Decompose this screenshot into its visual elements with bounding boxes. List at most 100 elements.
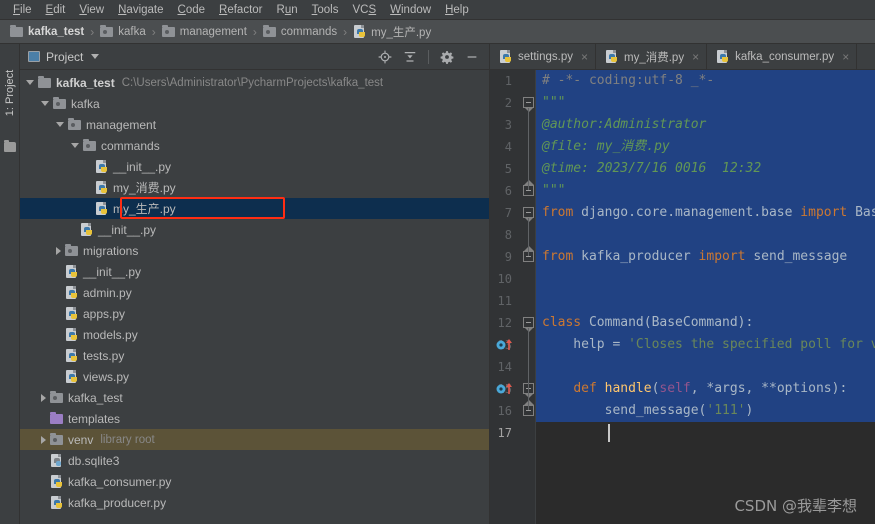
code-token: BaseCommand <box>855 205 875 220</box>
code-token: self <box>659 381 691 396</box>
code-line: @file: my_消费.py <box>536 136 875 158</box>
override-method-icon[interactable] <box>496 334 514 356</box>
menu-item-view[interactable]: View <box>72 0 111 20</box>
chevron-down-icon[interactable] <box>91 54 100 59</box>
tree-expand-arrow-icon[interactable] <box>56 246 61 255</box>
tree-row[interactable]: kafka_consumer.py <box>20 471 489 492</box>
menu-item-navigate[interactable]: Navigate <box>111 0 170 20</box>
folder-icon[interactable] <box>4 140 16 152</box>
tree-row-label: kafka_test <box>68 390 123 405</box>
code-fold-marker-icon[interactable] <box>523 317 534 332</box>
tree-expand-arrow-icon[interactable] <box>26 80 34 85</box>
code-line: from kafka_producer import send_message <box>536 246 875 268</box>
line-number: 6 <box>504 184 512 198</box>
db-file-icon <box>50 453 64 468</box>
menu-item-run[interactable]: Run <box>270 0 305 20</box>
breadcrumb: kafka_test › kafka › management › commands › my_… <box>0 20 875 44</box>
tree-row[interactable]: models.py <box>20 324 489 345</box>
code-line: # -*- coding:utf-8 _*- <box>536 70 875 92</box>
gear-icon[interactable] <box>440 50 454 64</box>
code-token: send_message( <box>542 403 707 418</box>
project-tree[interactable]: kafka_test C:\Users\Administrator\Pycharm… <box>20 70 489 524</box>
breadcrumb-item-1[interactable]: kafka <box>100 25 146 38</box>
code-token: send_message <box>745 249 848 264</box>
tree-row[interactable]: db.sqlite3 <box>20 450 489 471</box>
close-icon[interactable]: × <box>842 50 849 64</box>
tree-expand-arrow-icon[interactable] <box>41 101 49 106</box>
tool-window-strip: 1: Project <box>0 44 20 524</box>
tree-row[interactable]: views.py <box>20 366 489 387</box>
editor-tab-1[interactable]: my_消费.py × <box>596 44 708 69</box>
code-token: @time: 2023/7/16 0016 12:32 <box>542 161 762 176</box>
tree-row[interactable]: kafka_test C:\Users\Administrator\Pycharm… <box>20 72 489 93</box>
menu-item-file[interactable]: File <box>6 0 39 20</box>
tree-row[interactable]: tests.py <box>20 345 489 366</box>
code-line: @author:Administrator <box>536 114 875 136</box>
breadcrumb-item-label: kafka_test <box>28 25 85 38</box>
tree-expand-arrow-icon[interactable] <box>41 393 46 402</box>
python-file-icon <box>95 201 109 216</box>
breadcrumb-item-3[interactable]: commands <box>262 25 337 38</box>
override-method-icon[interactable] <box>496 378 514 400</box>
collapse-all-icon[interactable] <box>403 50 417 64</box>
tree-row[interactable]: __init__.py <box>20 156 489 177</box>
tree-row[interactable]: __init__.py <box>20 261 489 282</box>
tree-row[interactable]: venv library root <box>20 429 489 450</box>
tree-expand-arrow-icon[interactable] <box>71 143 79 148</box>
code-text-area[interactable]: # -*- coding:utf-8 _*- """ @author:Adminis… <box>536 70 875 524</box>
close-icon[interactable]: × <box>581 50 588 64</box>
menu-item-tools[interactable]: Tools <box>305 0 346 20</box>
code-line: def handle(self, *args, **options): <box>536 378 875 400</box>
code-editor[interactable]: 1234567891011121314151617 # -*- coding:u… <box>490 70 875 524</box>
code-token: , *args, **options): <box>690 381 848 396</box>
sidebar-item-project[interactable]: 1: Project <box>0 50 20 136</box>
breadcrumb-item-0[interactable]: kafka_test <box>10 25 84 38</box>
tree-row[interactable]: kafka_producer.py <box>20 492 489 513</box>
tree-row-label: __init__.py <box>83 264 142 279</box>
menu-item-code[interactable]: Code <box>171 0 213 20</box>
code-token: django.core.management.base <box>573 205 801 220</box>
code-fold-marker-icon[interactable] <box>523 207 534 222</box>
tree-row-selected[interactable]: my_生产.py <box>20 198 489 219</box>
editor-tab-0[interactable]: settings.py × <box>490 44 596 69</box>
tree-expand-arrow-icon[interactable] <box>41 435 46 444</box>
tree-row[interactable]: __init__.py <box>20 219 489 240</box>
close-icon[interactable]: × <box>692 50 699 64</box>
tree-row[interactable]: management <box>20 114 489 135</box>
code-token: """ <box>542 95 566 110</box>
tree-expand-arrow-icon[interactable] <box>56 122 64 127</box>
code-token: from <box>542 205 574 220</box>
tree-row[interactable]: kafka <box>20 93 489 114</box>
editor-tab-2[interactable]: kafka_consumer.py × <box>707 44 858 69</box>
menu-item-window[interactable]: Window <box>383 0 438 20</box>
locate-icon[interactable] <box>378 50 392 64</box>
text-caret <box>608 424 610 442</box>
tree-row[interactable]: commands <box>20 135 489 156</box>
line-number: 7 <box>504 206 512 220</box>
tree-row[interactable]: kafka_test <box>20 387 489 408</box>
module-folder-icon <box>100 25 114 38</box>
python-file-icon <box>499 49 513 64</box>
code-token: kafka_producer <box>573 249 699 264</box>
minimize-icon[interactable] <box>465 50 479 64</box>
tree-row[interactable]: templates <box>20 408 489 429</box>
python-file-icon <box>50 495 64 510</box>
tree-row[interactable]: apps.py <box>20 303 489 324</box>
breadcrumb-item-2[interactable]: management <box>161 25 247 38</box>
tree-row-label: templates <box>68 411 121 426</box>
tree-row-label: migrations <box>83 243 139 258</box>
tree-row[interactable]: admin.py <box>20 282 489 303</box>
tree-row[interactable]: migrations <box>20 240 489 261</box>
code-token: def <box>573 381 597 396</box>
python-file-icon <box>50 474 64 489</box>
menu-item-help[interactable]: Help <box>438 0 476 20</box>
tree-row[interactable]: my_消费.py <box>20 177 489 198</box>
project-panel-title[interactable]: Project <box>28 50 100 64</box>
menu-item-edit[interactable]: Edit <box>39 0 73 20</box>
editor-gutter[interactable]: 1234567891011121314151617 <box>490 70 536 524</box>
menu-item-refactor[interactable]: Refactor <box>212 0 269 20</box>
code-fold-marker-icon[interactable] <box>523 97 534 112</box>
breadcrumb-item-4[interactable]: my_生产.py <box>353 24 431 40</box>
fold-strip[interactable] <box>522 70 536 524</box>
menu-item-vcs[interactable]: VCS <box>345 0 383 20</box>
